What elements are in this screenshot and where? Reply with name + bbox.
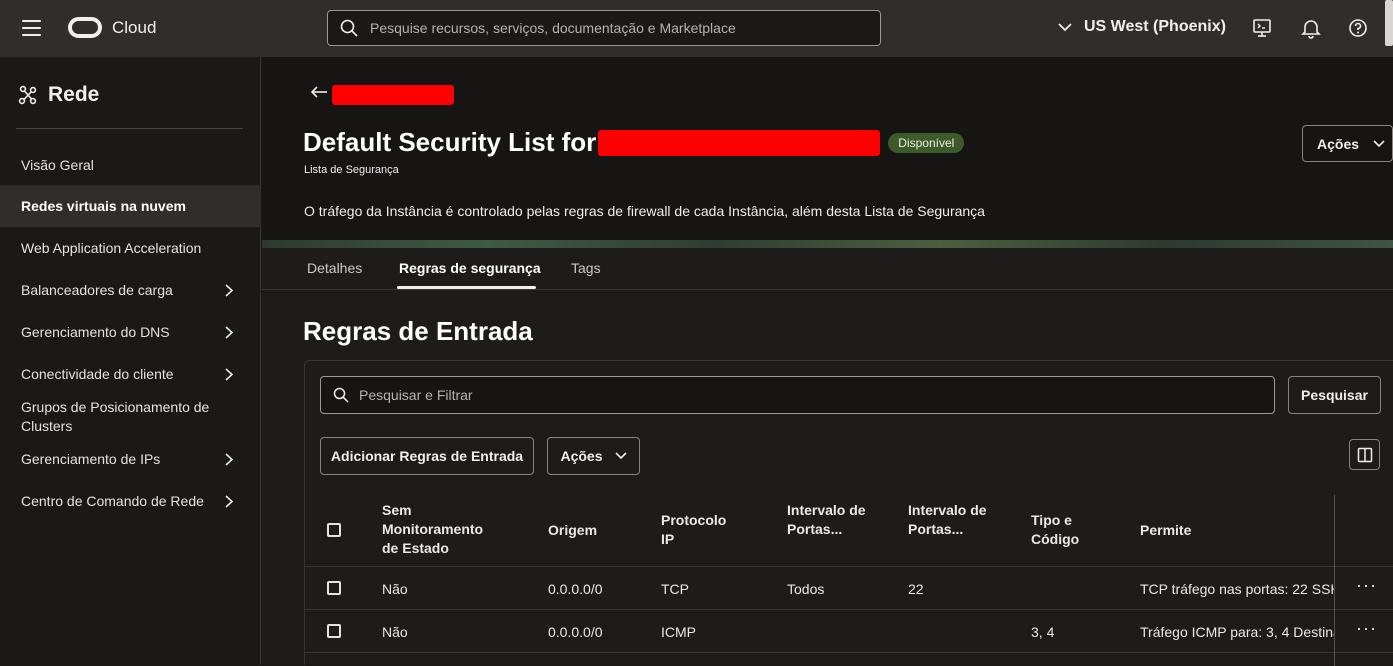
row-actions-icon[interactable]: ··· (1356, 618, 1377, 639)
sidebar-item-overview[interactable]: Visão Geral (0, 145, 261, 185)
tab-tags[interactable]: Tags (571, 260, 601, 276)
cell-allows: TCP tráfego nas portas: 22 SSH Remote Lo… (1140, 581, 1334, 597)
row-divider (305, 566, 1393, 567)
cell-allows: Tráfego ICMP para: 3, 4 Destination Unre… (1140, 624, 1334, 640)
col-header-source[interactable]: Origem (548, 521, 597, 540)
cell-protocol: ICMP (661, 624, 696, 640)
cell-source: 0.0.0.0/0 (548, 581, 603, 597)
sidebar-title: Rede (48, 83, 100, 106)
page-description: O tráfego da Instância é controlado pela… (304, 203, 985, 219)
sidebar-divider (16, 128, 243, 129)
select-all-checkbox[interactable] (327, 523, 341, 537)
chevron-right-icon (225, 325, 233, 339)
col-header-type-code[interactable]: Tipo e Código (1031, 511, 1091, 549)
title-row: Default Security List for Disponível (303, 127, 965, 158)
cell-stateless: Não (382, 581, 408, 597)
region-selector[interactable]: US West (Phoenix) (1058, 18, 1226, 36)
cell-stateless: Não (382, 624, 408, 640)
col-header-protocol[interactable]: Protocolo IP (661, 511, 741, 549)
filter-input[interactable] (359, 387, 1239, 403)
search-icon (340, 19, 358, 37)
sidebar: Rede Visão Geral Redes virtuais na nuvem… (0, 57, 261, 665)
cloud-shell-icon[interactable] (1251, 17, 1273, 39)
sidebar-item-customer-connectivity[interactable]: Conectividade do cliente (0, 354, 261, 394)
add-ingress-rules-button[interactable]: Adicionar Regras de Entrada (320, 437, 534, 475)
redacted-breadcrumb (332, 85, 454, 105)
network-icon (18, 85, 37, 105)
row-checkbox[interactable] (327, 624, 341, 638)
chevron-down-icon (614, 452, 627, 460)
search-button[interactable]: Pesquisar (1288, 376, 1381, 414)
cell-allows-clip: Tráfego ICMP para: 3, 4 Destination Unre… (1140, 624, 1334, 644)
sidebar-item-load-balancers[interactable]: Balanceadores de carga (0, 270, 261, 310)
col-header-allows[interactable]: Permite (1140, 521, 1191, 540)
cell-protocol: TCP (661, 581, 689, 597)
cell-source-port: Todos (787, 581, 825, 597)
row-actions-icon[interactable]: ··· (1356, 575, 1377, 596)
redacted-vcn-name (598, 129, 881, 156)
col-header-dest-port[interactable]: Intervalo de Portas... (908, 501, 988, 539)
col-header-stateless[interactable]: Sem Monitoramento de Estado (382, 501, 502, 558)
row-divider (305, 609, 1393, 610)
chevron-right-icon (225, 494, 233, 508)
main-content: Default Security List for Disponível Lis… (262, 57, 1393, 666)
cell-type-code: 3, 4 (1031, 624, 1055, 640)
chevron-right-icon (225, 367, 233, 381)
ingress-rules-panel: Pesquisar Adicionar Regras de Entrada Aç… (304, 360, 1393, 666)
sidebar-item-network-command-center[interactable]: Centro de Comando de Rede (0, 481, 261, 521)
search-icon (333, 387, 349, 403)
tab-security-rules[interactable]: Regras de segurança (399, 260, 541, 276)
global-search[interactable] (327, 10, 881, 46)
sidebar-item-cluster-placement[interactable]: Grupos de Posicionamento de Clusters (0, 397, 230, 437)
filter-field[interactable] (320, 376, 1275, 414)
sidebar-item-vcn[interactable]: Redes virtuais na nuvem (0, 185, 261, 227)
page-scrollbar[interactable] (1385, 0, 1393, 46)
region-label: US West (Phoenix) (1084, 18, 1226, 35)
chevron-right-icon (225, 283, 233, 297)
status-badge: Disponível (888, 132, 965, 153)
active-tab-indicator (397, 286, 536, 289)
section-title: Regras de Entrada (303, 316, 533, 346)
row-checkbox[interactable] (327, 581, 341, 595)
back-arrow-icon[interactable] (310, 85, 328, 99)
top-bar: Cloud US West (Phoenix) (0, 0, 1393, 57)
chevron-down-icon (1058, 22, 1072, 31)
page-subtitle: Lista de Segurança (304, 164, 399, 176)
chevron-down-icon (1373, 139, 1385, 147)
sidebar-item-waa[interactable]: Web Application Acceleration (0, 228, 261, 268)
column-settings-button[interactable] (1349, 439, 1380, 470)
menu-icon[interactable] (22, 20, 41, 36)
row-divider (305, 652, 1393, 653)
decorative-band (262, 240, 1393, 248)
tab-details[interactable]: Detalhes (307, 260, 362, 276)
cell-allows-clip: TCP tráfego nas portas: 22 SSH Remote Lo… (1140, 581, 1334, 601)
sidebar-item-dns[interactable]: Gerenciamento do DNS (0, 312, 261, 352)
cell-dest-port: 22 (908, 581, 924, 597)
global-search-input[interactable] (370, 20, 850, 36)
page-title: Default Security List for (303, 127, 597, 157)
col-header-source-port[interactable]: Intervalo de Portas... (787, 501, 867, 539)
page-header: Default Security List for Disponível Lis… (262, 57, 1393, 247)
table-actions-button[interactable]: Ações (547, 437, 640, 475)
table-column-divider (1334, 495, 1335, 666)
header-actions-button[interactable]: Ações (1302, 125, 1393, 162)
oracle-logo-icon[interactable] (68, 17, 102, 38)
sidebar-item-ip-management[interactable]: Gerenciamento de IPs (0, 439, 261, 479)
chevron-right-icon (225, 452, 233, 466)
bell-icon[interactable] (1300, 17, 1322, 39)
tab-bar: Detalhes Regras de segurança Tags (262, 248, 1393, 290)
help-icon[interactable] (1347, 17, 1369, 39)
columns-icon (1357, 447, 1372, 462)
brand-label[interactable]: Cloud (112, 18, 156, 38)
cell-source: 0.0.0.0/0 (548, 624, 603, 640)
sidebar-header: Rede (18, 83, 99, 107)
